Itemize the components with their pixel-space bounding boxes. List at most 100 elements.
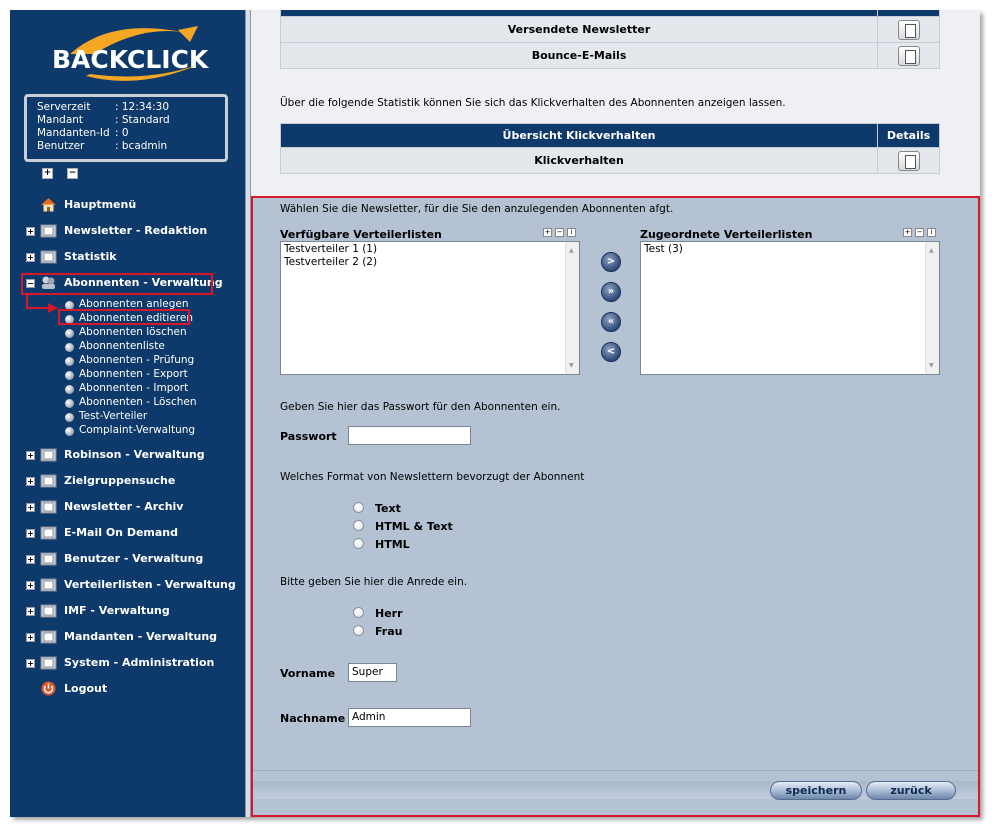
- plus-icon[interactable]: +: [543, 228, 552, 237]
- salutation-frau-radio[interactable]: [353, 625, 364, 636]
- subnav-item[interactable]: Abonnenten - Löschen: [10, 396, 245, 410]
- expand-icon[interactable]: +: [26, 581, 35, 590]
- nav-item-verteilerlisten[interactable]: + Verteilerlisten - Verwaltung: [10, 572, 245, 598]
- expand-icon[interactable]: +: [26, 227, 35, 236]
- nav-item-hauptmenu[interactable]: Hauptmenü: [10, 192, 245, 218]
- subnav-label: Abonnenten - Löschen: [79, 396, 197, 408]
- nav-label: E-Mail On Demand: [64, 526, 179, 539]
- info-icon[interactable]: i: [567, 228, 576, 237]
- subnav-label: Abonnenten - Prüfung: [79, 354, 195, 366]
- bullet-icon: [65, 329, 74, 338]
- subnav-item[interactable]: Abonnenten - Export: [10, 368, 245, 382]
- subnav-item[interactable]: Abonnenten - Prüfung: [10, 354, 245, 368]
- lastname-input[interactable]: Admin: [348, 708, 471, 727]
- scrollbar[interactable]: [925, 242, 939, 374]
- firstname-input[interactable]: Super: [348, 663, 397, 682]
- info-value: : Standard: [115, 114, 170, 126]
- subnav-item[interactable]: Abonnenten löschen: [10, 326, 245, 340]
- expand-icon[interactable]: +: [26, 451, 35, 460]
- password-label: Passwort: [280, 430, 337, 443]
- document-icon[interactable]: [897, 19, 920, 40]
- bullet-icon: [65, 371, 74, 380]
- expand-icon[interactable]: +: [26, 659, 35, 668]
- salutation-herr-radio[interactable]: [353, 607, 364, 618]
- nav-item-newsletter-archiv[interactable]: + Newsletter - Archiv: [10, 494, 245, 520]
- expand-icon[interactable]: +: [26, 253, 35, 262]
- move-all-left-button[interactable]: «: [601, 312, 621, 332]
- power-icon: [41, 681, 56, 696]
- nav-label: System - Administration: [64, 656, 215, 669]
- list-item[interactable]: Testverteiler 1 (1): [284, 243, 576, 256]
- expand-icon[interactable]: +: [26, 477, 35, 486]
- folder-icon: [40, 448, 57, 462]
- main-content: Versendete Newsletter Bounce-E-Mails Übe…: [251, 10, 980, 817]
- minus-icon[interactable]: −: [915, 228, 924, 237]
- active-highlight-box: [21, 273, 213, 295]
- nav-item-email-on-demand[interactable]: + E-Mail On Demand: [10, 520, 245, 546]
- format-html-text-radio[interactable]: [353, 520, 364, 531]
- subnav-label: Abonnenten löschen: [79, 326, 187, 338]
- nav-item-robinson[interactable]: + Robinson - Verwaltung: [10, 442, 245, 468]
- password-input[interactable]: [348, 426, 471, 445]
- nav-label: Verteilerlisten - Verwaltung: [64, 578, 236, 591]
- assigned-lists-box[interactable]: Test (3): [640, 241, 940, 375]
- document-icon[interactable]: [897, 45, 920, 66]
- format-text-radio[interactable]: [353, 502, 364, 513]
- nav-item-zielgruppensuche[interactable]: + Zielgruppensuche: [10, 468, 245, 494]
- details-header: Details: [877, 123, 940, 148]
- klick-intro-text: Über die folgende Statistik können Sie s…: [280, 97, 786, 109]
- pointer-arrow-icon: [26, 294, 58, 313]
- expand-icon[interactable]: +: [26, 503, 35, 512]
- nav-item-benutzer[interactable]: + Benutzer - Verwaltung: [10, 546, 245, 572]
- salutation-frau-label: Frau: [375, 625, 403, 638]
- expand-icon[interactable]: +: [26, 555, 35, 564]
- list-item[interactable]: Test (3): [644, 243, 936, 256]
- firstname-label: Vorname: [280, 667, 336, 680]
- format-html-radio[interactable]: [353, 538, 364, 549]
- subnav-item[interactable]: Complaint-Verwaltung: [10, 424, 245, 438]
- assigned-list-tools: + − i: [903, 228, 936, 237]
- expand-icon[interactable]: +: [26, 529, 35, 538]
- nav-item-newsletter-redaktion[interactable]: + Newsletter - Redaktion: [10, 218, 245, 244]
- nav-item-system-administration[interactable]: + System - Administration: [10, 650, 245, 676]
- move-all-right-button[interactable]: »: [601, 282, 621, 302]
- table-row: Versendete Newsletter: [279, 16, 940, 43]
- subnav-item[interactable]: Abonnenten - Import: [10, 382, 245, 396]
- save-button[interactable]: speichern: [770, 781, 862, 800]
- move-right-button[interactable]: >: [601, 252, 621, 272]
- minus-icon[interactable]: −: [555, 228, 564, 237]
- scrollbar[interactable]: [565, 242, 579, 374]
- table-row: Bounce-E-Mails: [279, 42, 940, 69]
- nav-item-statistik[interactable]: + Statistik: [10, 244, 245, 270]
- salutation-herr-label: Herr: [375, 607, 403, 620]
- info-icon[interactable]: i: [927, 228, 936, 237]
- home-icon: [41, 198, 56, 212]
- stat-row-action: [877, 16, 940, 43]
- subscriber-edit-form: Wählen Sie die Newsletter, für die Sie d…: [251, 196, 980, 817]
- back-button[interactable]: zurück: [866, 781, 956, 800]
- nav-item-mandanten[interactable]: + Mandanten - Verwaltung: [10, 624, 245, 650]
- list-item[interactable]: Testverteiler 2 (2): [284, 256, 576, 269]
- nav-label: Mandanten - Verwaltung: [64, 630, 218, 643]
- main-nav-bottom: + Robinson - Verwaltung + Zielgruppensuche…: [10, 442, 245, 702]
- expand-all-icon[interactable]: +: [42, 168, 53, 179]
- available-lists-box[interactable]: Testverteiler 1 (1) Testverteiler 2 (2): [280, 241, 580, 375]
- subnav-item[interactable]: Abonnentenliste: [10, 340, 245, 354]
- nav-item-logout[interactable]: Logout: [10, 676, 245, 702]
- nav-label: Benutzer - Verwaltung: [64, 552, 204, 565]
- subnav-label: Abonnenten - Export: [79, 368, 188, 380]
- nav-item-imf[interactable]: + IMF - Verwaltung: [10, 598, 245, 624]
- move-left-button[interactable]: <: [601, 342, 621, 362]
- plus-icon[interactable]: +: [903, 228, 912, 237]
- nav-label: Logout: [64, 682, 108, 695]
- folder-icon: [40, 578, 57, 592]
- expand-icon[interactable]: +: [26, 633, 35, 642]
- document-icon[interactable]: [897, 150, 920, 171]
- lastname-label: Nachname: [280, 712, 346, 725]
- klick-header: Übersicht Klickverhalten: [279, 123, 879, 148]
- collapse-all-icon[interactable]: −: [67, 168, 78, 179]
- info-key: Benutzer: [37, 140, 85, 152]
- folder-icon: [40, 656, 57, 670]
- expand-icon[interactable]: +: [26, 607, 35, 616]
- subnav-item[interactable]: Test-Verteiler: [10, 410, 245, 424]
